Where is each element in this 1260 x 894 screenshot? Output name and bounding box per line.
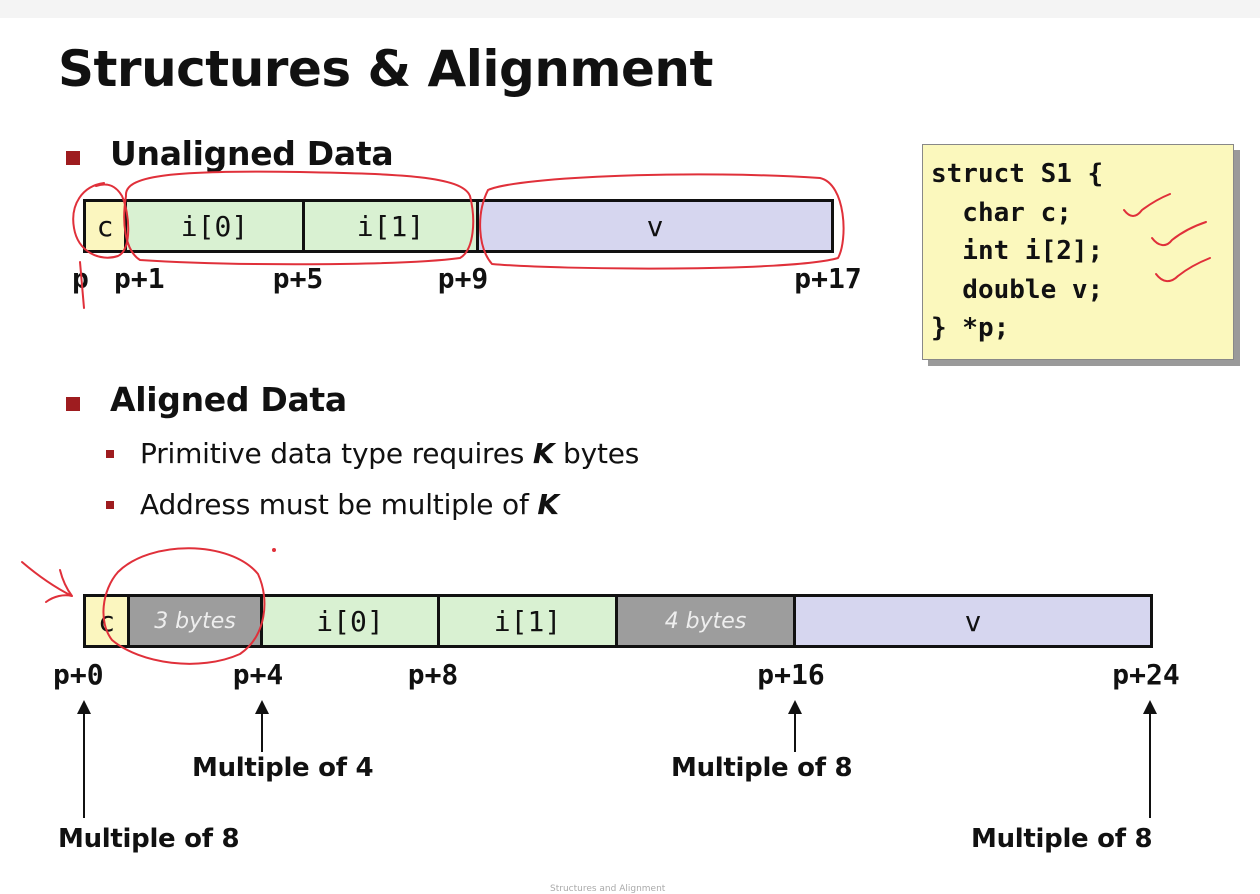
ink-check-int <box>1151 221 1207 246</box>
ink-circle-ints <box>123 170 475 266</box>
ink-arrow-to-row <box>21 561 73 603</box>
ink-check-double <box>1155 257 1211 282</box>
ink-circle-double <box>479 173 845 270</box>
ink-tick-p <box>79 261 85 309</box>
ink-circle-pad <box>102 547 266 665</box>
ink-check-char <box>1123 193 1171 217</box>
ink-dot <box>272 548 276 552</box>
hand-annotations <box>21 170 1211 665</box>
ink-circle-char <box>72 182 130 259</box>
slide-footer: Structures and Alignment <box>550 884 666 894</box>
